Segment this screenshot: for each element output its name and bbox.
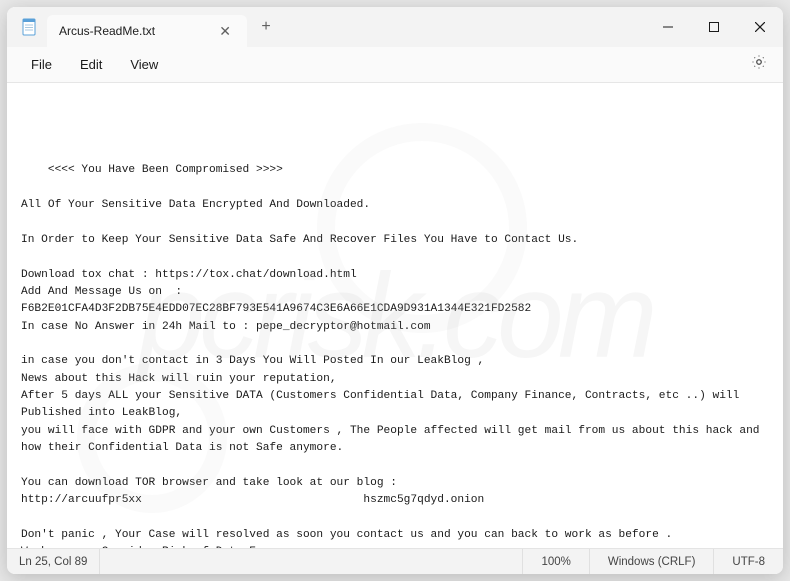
close-window-button[interactable] [737, 7, 783, 47]
status-line-ending[interactable]: Windows (CRLF) [589, 549, 714, 574]
notepad-window: Arcus-ReadMe.txt ✕ + File Edit View [7, 7, 783, 574]
window-controls [645, 7, 783, 47]
gear-icon [751, 54, 767, 70]
notepad-icon [21, 17, 37, 37]
minimize-button[interactable] [645, 7, 691, 47]
statusbar: Ln 25, Col 89 100% Windows (CRLF) UTF-8 [7, 548, 783, 574]
menu-edit[interactable]: Edit [66, 51, 116, 78]
close-tab-icon[interactable]: ✕ [215, 21, 235, 42]
document-text: <<<< You Have Been Compromised >>>> All … [21, 164, 766, 548]
menu-file[interactable]: File [17, 51, 66, 78]
new-tab-button[interactable]: + [251, 12, 281, 42]
menubar: File Edit View [7, 47, 783, 83]
menu-view[interactable]: View [116, 51, 172, 78]
watermark-circle [317, 123, 527, 333]
tab-title: Arcus-ReadMe.txt [59, 24, 155, 38]
settings-button[interactable] [745, 48, 773, 81]
watermark-circle [77, 363, 227, 513]
status-position: Ln 25, Col 89 [7, 549, 100, 574]
status-zoom[interactable]: 100% [522, 549, 588, 574]
text-editor-area[interactable]: pcrisk.com <<<< You Have Been Compromise… [7, 83, 783, 548]
maximize-button[interactable] [691, 7, 737, 47]
status-encoding[interactable]: UTF-8 [713, 549, 783, 574]
tab-active[interactable]: Arcus-ReadMe.txt ✕ [47, 15, 247, 47]
titlebar: Arcus-ReadMe.txt ✕ + [7, 7, 783, 47]
